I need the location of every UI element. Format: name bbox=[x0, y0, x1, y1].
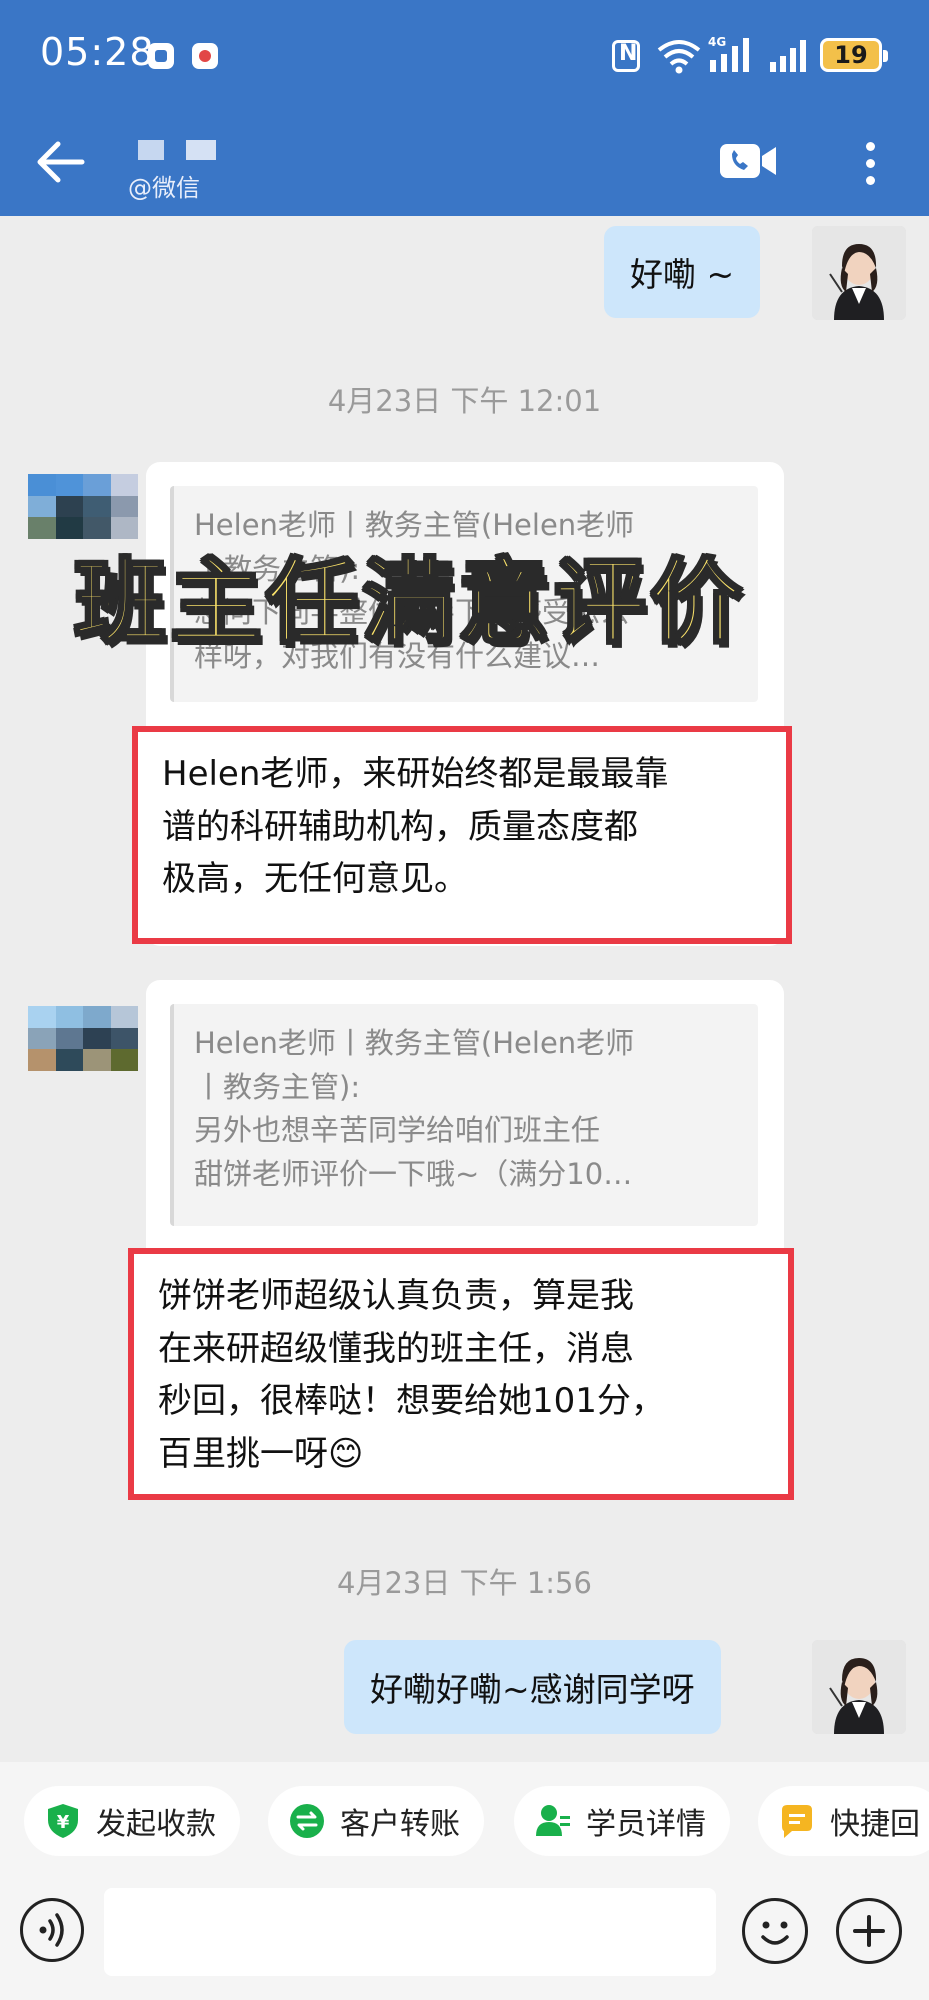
outgoing-message-bubble[interactable]: 好嘞 ~ bbox=[604, 226, 761, 318]
message-text: 好嘞好嘞~感谢同学呀 bbox=[370, 1670, 695, 1709]
network-label: 4G bbox=[708, 35, 726, 49]
overlay-title: 班主任满意评价 bbox=[72, 548, 747, 658]
chip-label: 快捷回 bbox=[830, 1807, 920, 1842]
cellular-signal-4g-icon: 4G bbox=[708, 35, 749, 72]
chip-label: 客户转账 bbox=[340, 1807, 460, 1842]
battery-indicator: 19 bbox=[820, 38, 888, 72]
arrow-left-icon bbox=[37, 141, 85, 183]
svg-text:¥: ¥ bbox=[57, 1812, 70, 1833]
highlighted-reply[interactable]: 饼饼老师超级认真负责，算是我 在来研超级懂我的班主任，消息 秒回，很棒哒！想要给… bbox=[128, 1248, 794, 1500]
video-call-button[interactable] bbox=[718, 138, 780, 184]
reply-line: 百里挑一呀 bbox=[158, 1434, 328, 1475]
video-call-icon bbox=[720, 144, 776, 178]
chip-quick-reply[interactable]: 快捷回 bbox=[758, 1786, 929, 1856]
teacher-avatar-icon bbox=[812, 226, 906, 320]
message-text: 好嘞 ~ bbox=[630, 255, 735, 294]
status-bar: 05:28 4G 19 bbox=[0, 0, 929, 110]
chip-student-details[interactable]: 学员详情 bbox=[514, 1786, 730, 1856]
my-avatar[interactable] bbox=[812, 226, 906, 320]
chip-start-payment[interactable]: ¥ 发起收款 bbox=[24, 1786, 240, 1856]
quick-reply-icon bbox=[782, 1805, 812, 1838]
chip-label: 发起收款 bbox=[96, 1807, 216, 1842]
highlighted-reply[interactable]: Helen老师，来研始终都是最最靠 谱的科研辅助机构，质量态度都 极高，无任何意… bbox=[132, 726, 792, 944]
student-avatar-pixelated[interactable] bbox=[28, 1006, 138, 1092]
student-profile-icon bbox=[536, 1805, 570, 1836]
reply-line: 饼饼老师超级认真负责，算是我 bbox=[158, 1276, 634, 1316]
cellular-signal-icon bbox=[770, 40, 806, 72]
teacher-avatar-icon bbox=[812, 1640, 906, 1734]
chip-label: 学员详情 bbox=[586, 1807, 706, 1842]
timestamp: 4月23日 下午 12:01 bbox=[327, 384, 602, 418]
chat-header: @微信 bbox=[0, 110, 929, 216]
timestamp: 4月23日 下午 1:56 bbox=[337, 1566, 592, 1600]
reply-line: 极高，无任何意见。 bbox=[162, 859, 468, 900]
message-input[interactable] bbox=[104, 1888, 716, 1976]
chip-customer-transfer[interactable]: 客户转账 bbox=[268, 1786, 484, 1856]
back-button[interactable] bbox=[30, 132, 90, 192]
emoji-icon bbox=[761, 1921, 789, 1945]
pixelated-avatar-icon bbox=[28, 1006, 138, 1092]
payment-shield-icon: ¥ bbox=[48, 1804, 78, 1838]
wifi-icon bbox=[657, 40, 701, 74]
outgoing-message-bubble[interactable]: 好嘞好嘞~感谢同学呀 bbox=[344, 1640, 721, 1734]
notification-app-icon bbox=[148, 43, 174, 69]
reply-line: Helen老师，来研始终都是最最靠 bbox=[162, 754, 669, 794]
status-time: 05:28 bbox=[40, 30, 155, 74]
emoji-button[interactable] bbox=[742, 1898, 808, 1964]
quote-line: Helen老师丨教务主管(Helen老师 bbox=[194, 1026, 635, 1060]
quick-actions-bar: ¥ 发起收款 客户转账 学员详情 快捷回 bbox=[0, 1762, 929, 1882]
plus-icon bbox=[853, 1915, 885, 1947]
reply-line: 谱的科研辅助机构，质量态度都 bbox=[162, 806, 638, 847]
nfc-icon bbox=[612, 40, 640, 72]
reply-line: 秒回，很棒哒！想要给她101分， bbox=[158, 1381, 665, 1422]
voice-input-button[interactable] bbox=[20, 1898, 84, 1962]
my-avatar[interactable] bbox=[812, 1640, 906, 1734]
quote-line: 甜饼老师评价一下哦~（满分10… bbox=[194, 1156, 633, 1191]
input-bar bbox=[0, 1882, 929, 2000]
contact-source-label: @微信 bbox=[128, 174, 200, 202]
contact-name-blurred bbox=[138, 140, 226, 162]
quote-line: 丨教务主管): bbox=[194, 1069, 361, 1104]
reply-line: 在来研超级懂我的班主任，消息 bbox=[158, 1328, 634, 1369]
reply-line-with-emoji: 百里挑一呀😊 bbox=[158, 1428, 764, 1481]
more-actions-button[interactable] bbox=[836, 1898, 902, 1964]
quoted-message[interactable]: Helen老师丨教务主管(Helen老师 丨教务主管): 另外也想辛苦同学给咱们… bbox=[170, 1004, 758, 1226]
smile-emoji-icon: 😊 bbox=[328, 1434, 364, 1475]
voice-icon bbox=[39, 1913, 64, 1947]
more-options-button[interactable] bbox=[852, 130, 888, 196]
quote-line: 另外也想辛苦同学给咱们班主任 bbox=[194, 1113, 601, 1147]
transfer-icon bbox=[290, 1804, 324, 1838]
notification-alert-icon bbox=[192, 43, 218, 69]
